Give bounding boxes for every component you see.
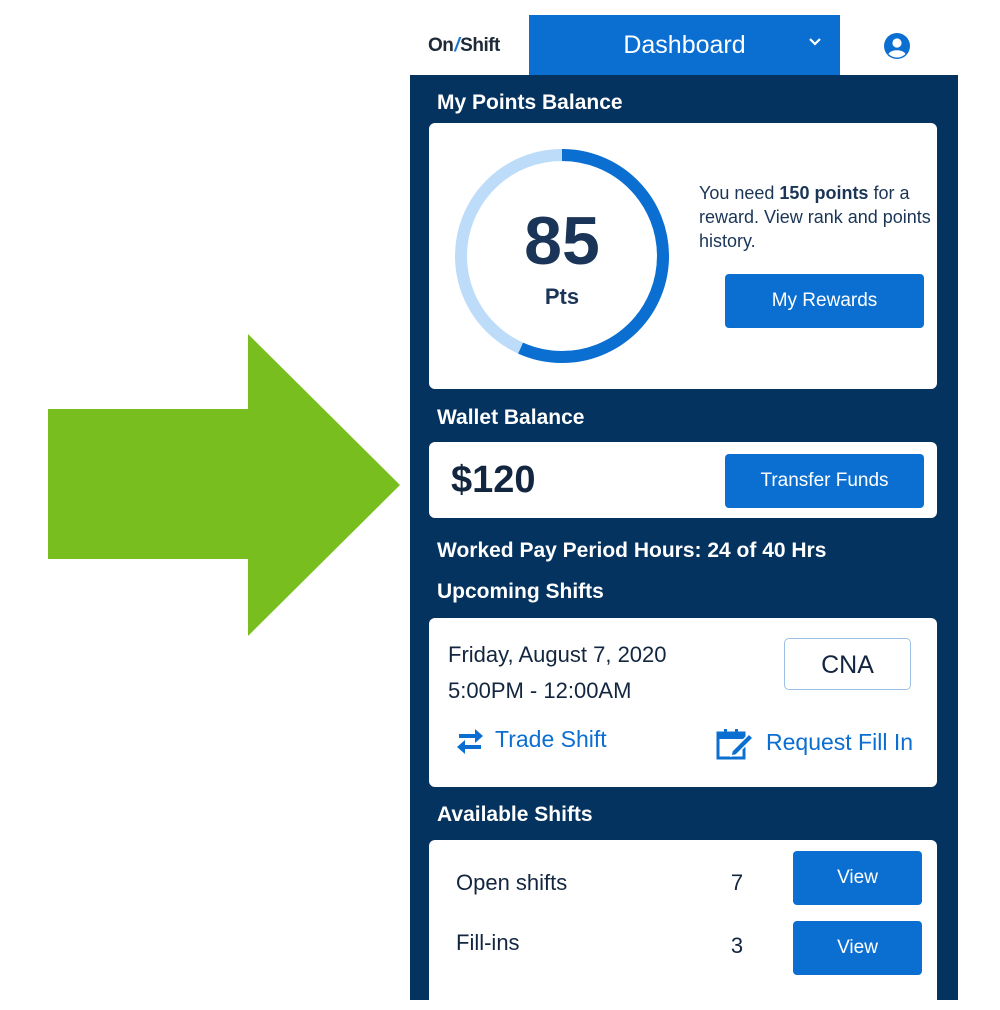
logo-slash: / — [454, 35, 460, 56]
request-fill-in-label: Request Fill In — [766, 729, 914, 756]
open-shifts-count: 7 — [730, 870, 744, 895]
logo-text-on: On — [428, 35, 454, 56]
fill-ins-count: 3 — [730, 933, 744, 958]
role-badge: CNA — [784, 638, 911, 690]
top-bar: On/Shift Dashboard — [410, 15, 958, 75]
shift-date: Friday, August 7, 2020 — [448, 642, 667, 667]
wallet-title: Wallet Balance — [437, 406, 585, 429]
available-title: Available Shifts — [437, 803, 593, 826]
wallet-card: $120 Transfer Funds — [429, 442, 937, 518]
points-title: My Points Balance — [437, 91, 623, 114]
dashboard-panel: My Points Balance 85 Pts You need 150 po… — [410, 75, 958, 1010]
points-unit: Pts — [544, 284, 580, 309]
upcoming-shift-card: Friday, August 7, 2020 5:00PM - 12:00AM … — [429, 618, 937, 787]
request-fill-in-link[interactable]: Request Fill In — [716, 728, 913, 760]
points-message: You need 150 points for a reward. View r… — [699, 181, 931, 253]
chevron-down-icon — [809, 38, 821, 46]
points-message-bold: 150 points — [779, 183, 869, 203]
logo-text-shift: Shift — [460, 35, 500, 56]
points-value: 85 — [524, 203, 600, 279]
points-message-pre: You need — [699, 183, 780, 203]
green-arrow-icon — [48, 334, 400, 636]
calendar-edit-icon — [716, 729, 755, 760]
user-circle-icon[interactable] — [883, 32, 911, 60]
my-rewards-button[interactable]: My Rewards — [725, 274, 924, 328]
transfer-funds-button[interactable]: Transfer Funds — [725, 454, 924, 508]
wallet-amount: $120 — [451, 459, 536, 501]
dashboard-dropdown-label: Dashboard — [623, 31, 746, 59]
shift-time: 5:00PM - 12:00AM — [448, 678, 632, 703]
view-open-shifts-button[interactable]: View — [793, 851, 922, 905]
points-card: 85 Pts You need 150 points for a reward.… — [429, 123, 937, 389]
dashboard-dropdown[interactable]: Dashboard — [529, 15, 840, 75]
trade-shift-label: Trade Shift — [495, 726, 607, 753]
upcoming-title: Upcoming Shifts — [437, 580, 604, 603]
open-shifts-label: Open shifts — [456, 870, 568, 895]
swap-arrows-icon — [457, 729, 483, 754]
available-shifts-card: Open shifts 7 View Fill-ins 3 View — [429, 840, 937, 1010]
onshift-logo: On/Shift — [428, 35, 500, 57]
worked-hours: Worked Pay Period Hours: 24 of 40 Hrs — [437, 539, 827, 562]
view-fill-ins-button[interactable]: View — [793, 921, 922, 975]
trade-shift-link[interactable]: Trade Shift — [455, 726, 607, 756]
fill-ins-label: Fill-ins — [456, 930, 520, 955]
